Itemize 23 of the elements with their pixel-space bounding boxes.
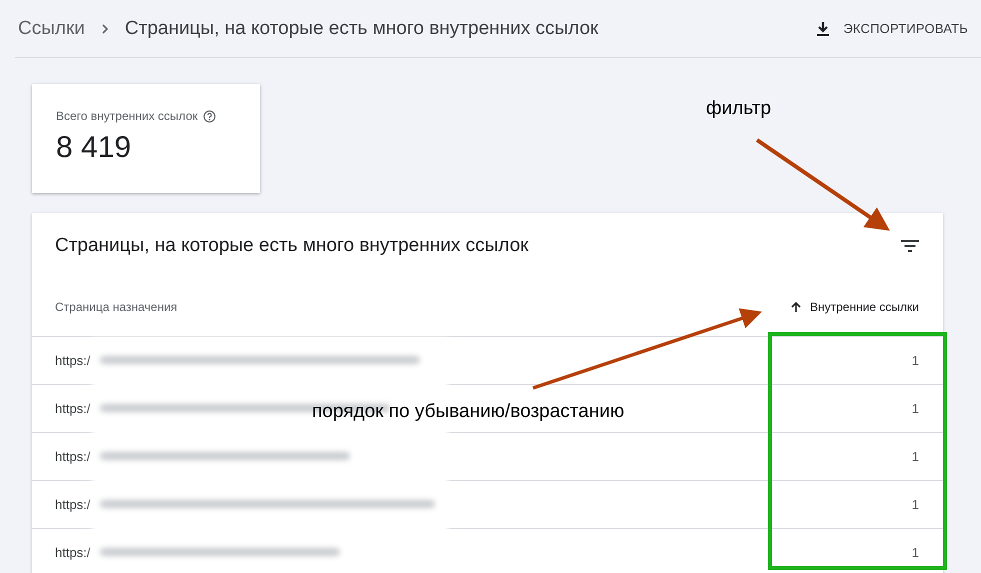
- url-text: https:/: [55, 401, 90, 416]
- count-cell-text: 1: [912, 497, 920, 512]
- summary-label: Всего внутренних ссылок: [56, 109, 198, 123]
- export-button[interactable]: ЭКСПОРТИРОВАТЬ: [815, 16, 968, 40]
- download-icon: [815, 20, 832, 36]
- filter-icon: [901, 240, 919, 252]
- count-cell-text: 1: [912, 353, 920, 368]
- column-header: Страница назначения: [54, 300, 178, 314]
- url-text: https:/: [55, 353, 90, 368]
- url-text: https:/: [55, 497, 90, 512]
- count-cell-text: 1: [912, 545, 920, 560]
- count-cell-text: 1: [912, 449, 920, 464]
- annotation-label: порядок по убыванию/возрастанию: [312, 401, 624, 423]
- column-header[interactable]: Внутренние ссылки: [790, 296, 943, 318]
- page-title: Страницы, на которые есть много внутренних ссылок: [124, 18, 598, 40]
- breadcrumb-link[interactable]: Ссылки: [18, 18, 85, 40]
- url-text: https:/: [55, 449, 90, 464]
- count-cell-text: 1: [912, 401, 920, 416]
- help-icon: [202, 110, 216, 122]
- summary-value: 8 419: [56, 131, 132, 165]
- table-title: Страницы, на которые есть много внутренних ссылок: [55, 235, 528, 257]
- url-text: https:/: [55, 545, 90, 560]
- annotation-label: фильтр: [706, 98, 772, 120]
